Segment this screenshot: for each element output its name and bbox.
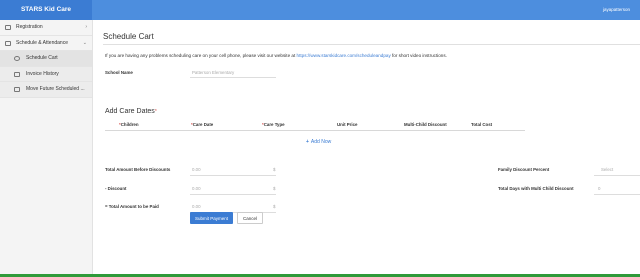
brand-logo[interactable]: STARS Kid Care — [0, 0, 92, 20]
add-now-button[interactable]: + Add Now — [306, 139, 331, 145]
top-bar: STARS Kid Care jayapatterson — [0, 0, 640, 20]
submit-payment-button[interactable]: Submit Payment — [190, 212, 233, 224]
calendar-icon — [5, 40, 11, 46]
divider — [190, 175, 276, 176]
column-header-multi-child-discount: Multi-Child Discount — [404, 122, 447, 127]
registration-icon — [5, 25, 11, 30]
sidebar-item-schedule-attendance[interactable]: Schedule & Attendance ⌄ — [0, 36, 92, 51]
total-before-discounts-label: Total Amount Before Discounts — [105, 167, 171, 172]
help-message: If you are having any problems schedulin… — [105, 53, 447, 58]
add-care-dates-title: Add Care Dates* — [105, 108, 157, 115]
discount-value: 0.00 — [192, 186, 201, 191]
column-header-total-cost: Total Cost — [471, 122, 493, 127]
care-table-header: *Children *Care Date *Care Type Unit Pri… — [105, 119, 525, 131]
divider — [190, 77, 276, 78]
sidebar-item-move-future-scheduled[interactable]: Move Future Scheduled ... — [0, 82, 92, 98]
currency-symbol: $ — [273, 186, 276, 191]
sidebar-item-schedule-cart[interactable]: Schedule Cart — [0, 51, 92, 67]
column-header-unit-price: Unit Price — [337, 122, 358, 127]
school-name-label: School Name — [105, 70, 133, 75]
section-title-text: Add Care Dates — [105, 108, 155, 115]
school-name-field[interactable]: Patterson Elementary — [192, 70, 234, 75]
currency-symbol: $ — [273, 204, 276, 209]
currency-symbol: $ — [273, 167, 276, 172]
discount-label: - Discount — [105, 186, 127, 191]
cart-icon — [14, 56, 20, 61]
help-message-suffix: for short video instructions. — [392, 53, 447, 58]
multi-child-days-value: 0 — [598, 186, 601, 191]
column-header-care-type: *Care Type — [262, 122, 285, 127]
column-label: Care Date — [192, 122, 214, 127]
multi-child-days-label: Total Days with Multi Child Discount — [498, 186, 574, 191]
cancel-button[interactable]: Cancel — [237, 212, 263, 224]
main-content: Schedule Cart If you are having any prob… — [96, 20, 640, 274]
sidebar-item-label: Move Future Scheduled ... — [26, 86, 85, 92]
column-label: Children — [120, 122, 139, 127]
family-discount-label: Family Discount Percent — [498, 167, 550, 172]
divider — [594, 194, 640, 195]
family-discount-select[interactable]: Select — [601, 167, 613, 172]
divider — [103, 44, 640, 45]
column-label: Care Type — [263, 122, 285, 127]
total-to-be-paid-value: 0.00 — [192, 204, 201, 209]
chevron-right-icon: › — [85, 24, 87, 30]
sidebar-item-registration[interactable]: Registration › — [0, 20, 92, 36]
divider — [190, 194, 276, 195]
required-marker: * — [154, 109, 157, 115]
total-before-discounts-value: 0.00 — [192, 167, 201, 172]
column-header-care-date: *Care Date — [191, 122, 213, 127]
user-menu[interactable]: jayapatterson — [603, 0, 630, 20]
sidebar-item-invoice-history[interactable]: Invoice History — [0, 66, 92, 82]
sidebar: Registration › Schedule & Attendance ⌄ S… — [0, 20, 93, 274]
move-icon — [14, 87, 20, 92]
invoice-icon — [14, 71, 20, 77]
divider — [594, 175, 640, 176]
chevron-down-icon: ⌄ — [82, 39, 87, 46]
total-to-be-paid-label: = Total Amount to be Paid — [105, 204, 159, 209]
sidebar-item-label: Registration — [16, 24, 43, 30]
sidebar-item-label: Invoice History — [26, 70, 59, 77]
page-title: Schedule Cart — [103, 32, 154, 41]
add-now-label: Add Now — [310, 139, 332, 145]
sidebar-item-label: Schedule Cart — [26, 55, 58, 61]
help-link[interactable]: https://www.starskidcare.com/scheduleand… — [297, 53, 391, 58]
sidebar-item-label: Schedule & Attendance — [16, 39, 68, 46]
plus-icon: + — [306, 139, 309, 145]
column-header-children: *Children — [119, 122, 139, 127]
help-message-prefix: If you are having any problems schedulin… — [105, 53, 296, 58]
